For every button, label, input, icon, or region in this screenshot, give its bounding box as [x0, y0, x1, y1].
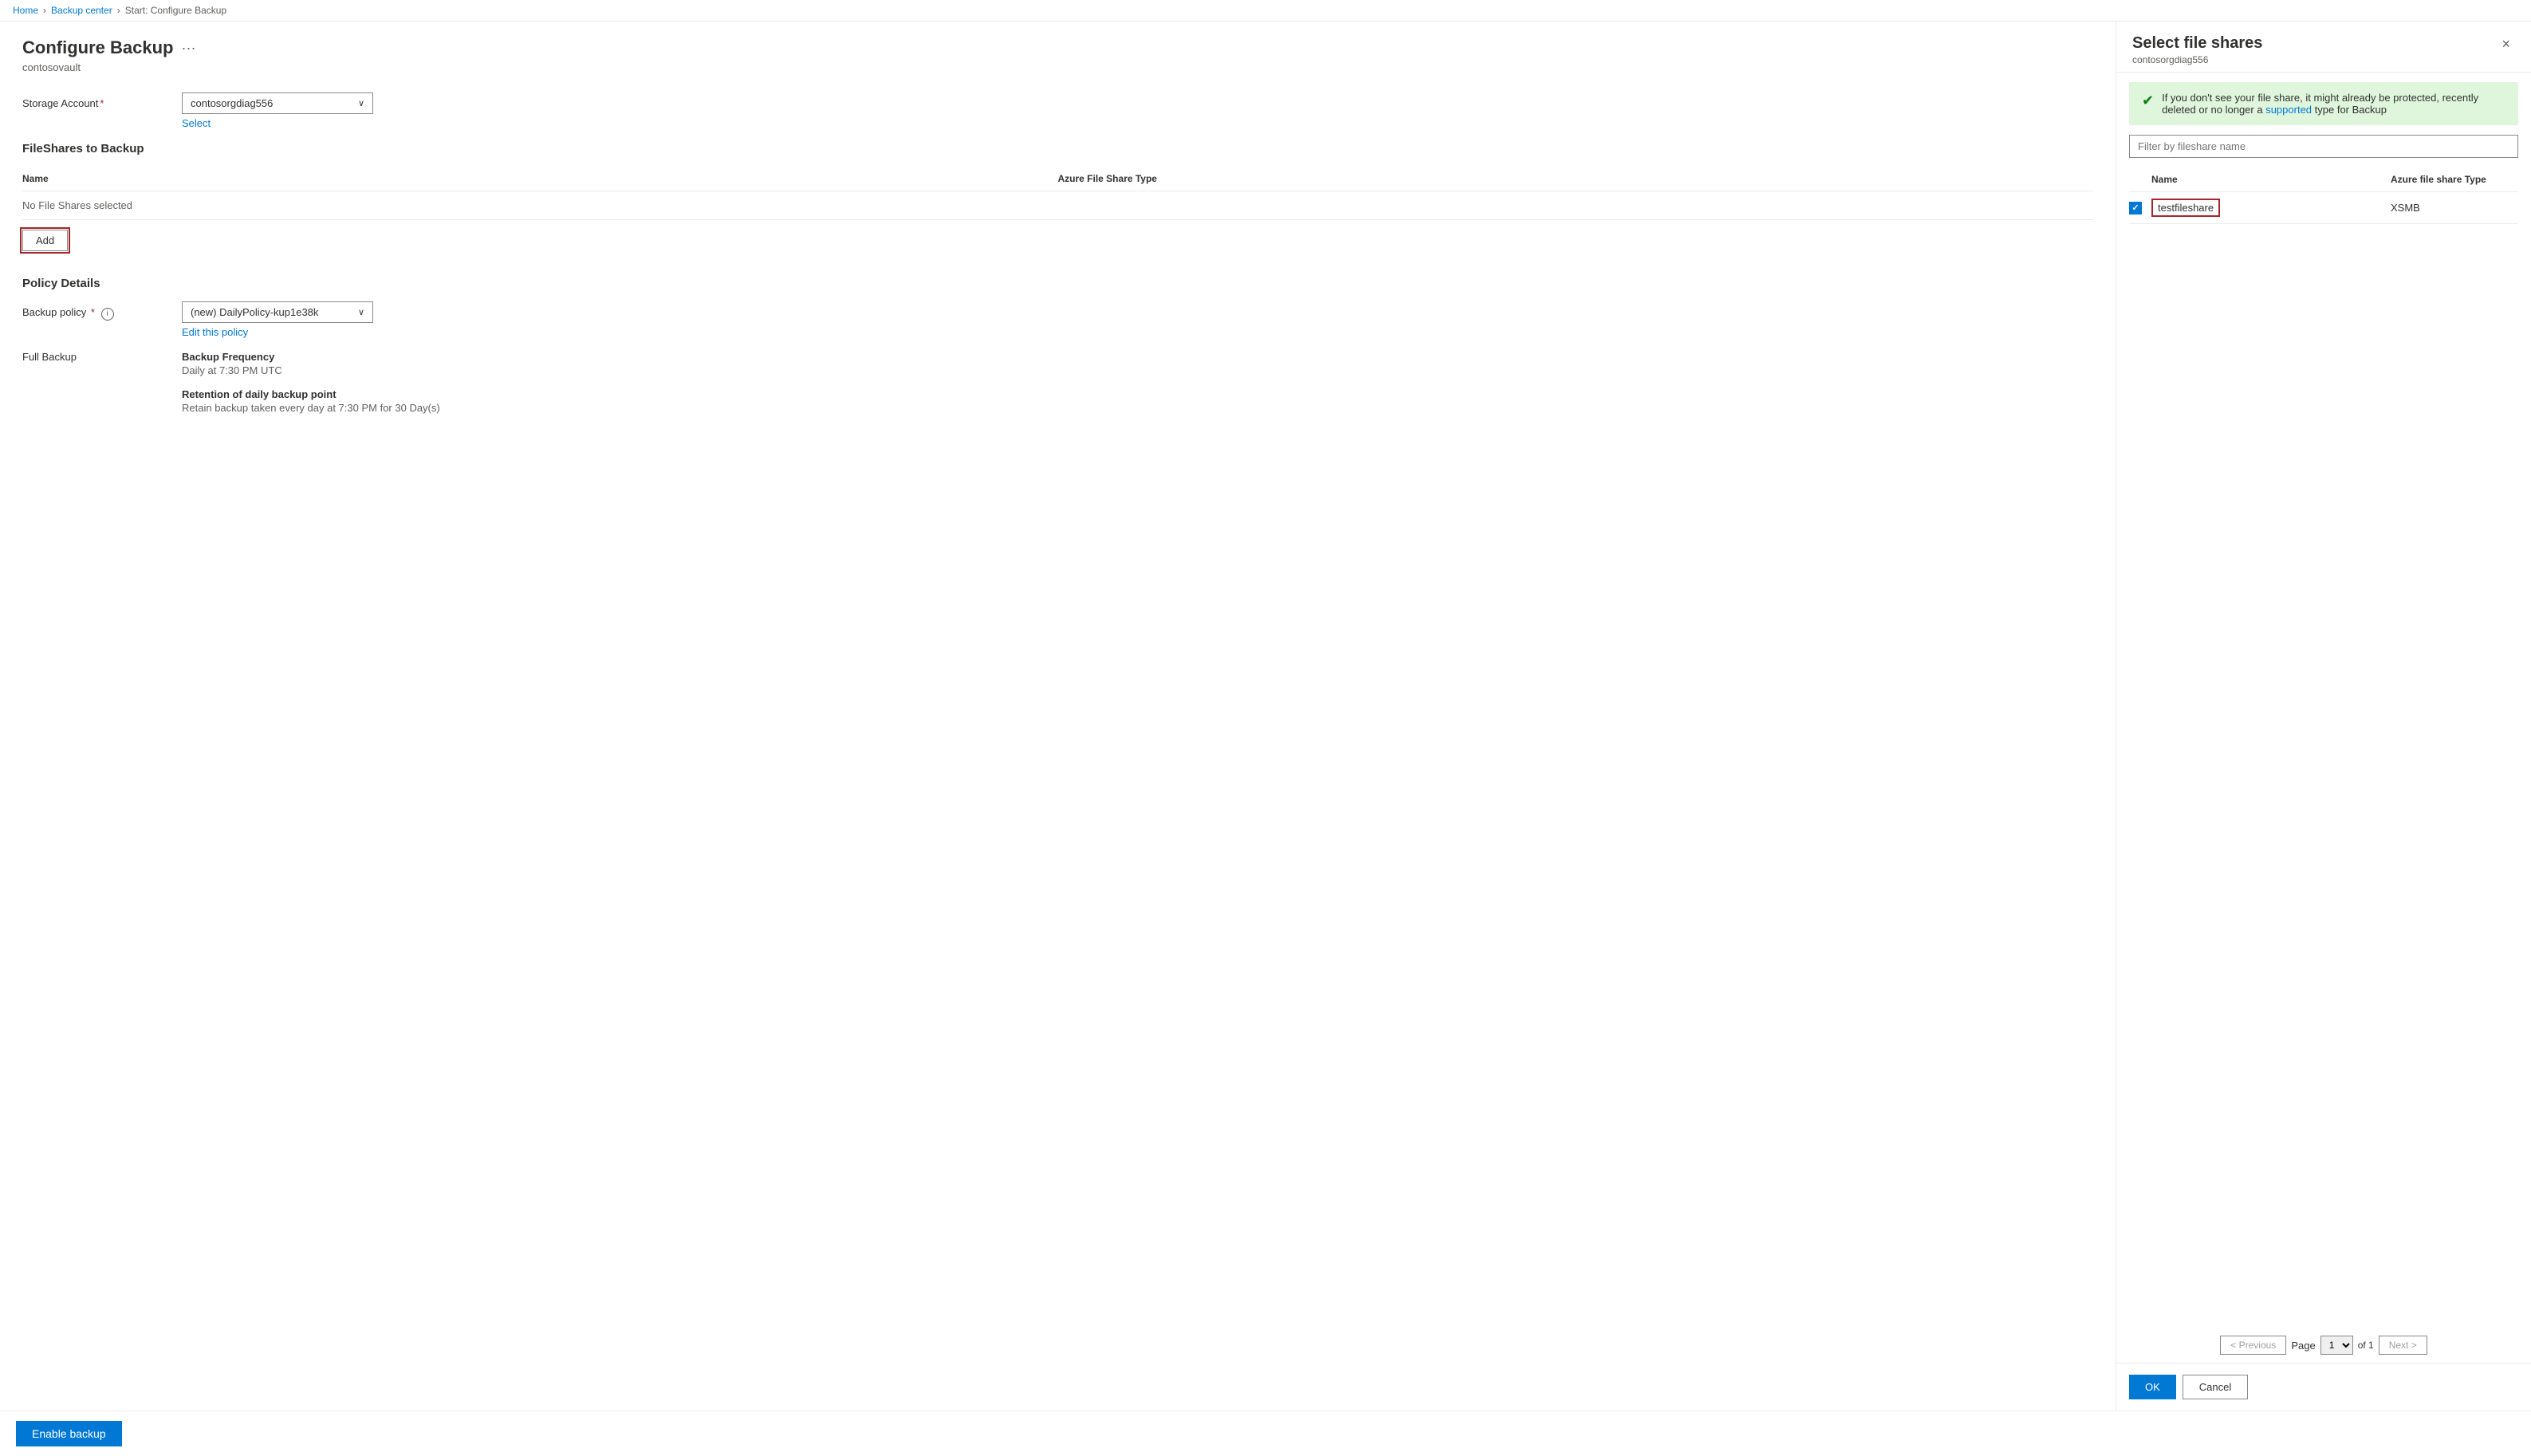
- main-layout: Configure Backup ··· contosovault Storag…: [0, 22, 2531, 1411]
- right-col-name-header: Name: [2129, 174, 2391, 185]
- select-link[interactable]: Select: [182, 117, 373, 129]
- right-panel-title-area: Select file shares contosorgdiag556: [2132, 34, 2262, 65]
- table-row: testfileshare XSMB: [2129, 192, 2518, 224]
- retention-value: Retain backup taken every day at 7:30 PM…: [182, 402, 440, 414]
- ok-button[interactable]: OK: [2129, 1375, 2176, 1399]
- add-button[interactable]: Add: [22, 230, 68, 251]
- fileshare-name: testfileshare: [2151, 199, 2220, 217]
- right-panel-body: Name Azure file share Type testfileshare…: [2116, 135, 2531, 1328]
- page-of: of 1: [2358, 1340, 2374, 1351]
- filter-input[interactable]: [2129, 135, 2518, 158]
- policy-section-title: Policy Details: [22, 277, 2093, 290]
- storage-account-dropdown[interactable]: contosorgdiag556 ∨: [182, 92, 373, 114]
- chevron-down-icon: ∨: [358, 307, 364, 317]
- backup-policy-row: Backup policy * i (new) DailyPolicy-kup1…: [22, 301, 2093, 338]
- supported-link[interactable]: supported: [2265, 104, 2312, 116]
- info-icon[interactable]: i: [101, 308, 114, 321]
- col-type-header: Azure File Share Type: [1058, 173, 2094, 184]
- previous-button[interactable]: < Previous: [2220, 1336, 2286, 1355]
- backup-policy-control: (new) DailyPolicy-kup1e38k ∨ Edit this p…: [182, 301, 373, 338]
- breadcrumb-sep1: ›: [43, 5, 46, 16]
- storage-account-row: Storage Account* contosorgdiag556 ∨ Sele…: [22, 92, 2093, 129]
- cancel-button[interactable]: Cancel: [2183, 1375, 2248, 1399]
- policy-info: Backup Frequency Daily at 7:30 PM UTC Re…: [182, 351, 440, 414]
- close-button[interactable]: ×: [2497, 34, 2515, 54]
- edit-policy-link[interactable]: Edit this policy: [182, 326, 373, 338]
- pagination-bar: < Previous Page 1 of 1 Next >: [2116, 1328, 2531, 1363]
- breadcrumb-bar: Home › Backup center › Start: Configure …: [0, 0, 2531, 22]
- enable-backup-button[interactable]: Enable backup: [16, 1421, 122, 1446]
- backup-policy-label: Backup policy * i: [22, 301, 182, 321]
- fileshares-section: FileShares to Backup Name Azure File Sha…: [22, 142, 2093, 251]
- backup-frequency-value: Daily at 7:30 PM UTC: [182, 364, 440, 376]
- page-label: Page: [2291, 1340, 2315, 1352]
- bottom-bar: Enable backup: [0, 1411, 2531, 1456]
- page-select[interactable]: 1: [2320, 1336, 2353, 1355]
- backup-policy-dropdown[interactable]: (new) DailyPolicy-kup1e38k ∨: [182, 301, 373, 323]
- left-panel: Configure Backup ··· contosovault Storag…: [0, 22, 2116, 1411]
- backup-policy-value: (new) DailyPolicy-kup1e38k: [191, 306, 318, 318]
- right-panel-header: Select file shares contosorgdiag556 ×: [2116, 22, 2531, 73]
- right-table-header: Name Azure file share Type: [2129, 167, 2518, 192]
- page-title-row: Configure Backup ···: [22, 37, 2093, 58]
- info-banner: ✔ If you don't see your file share, it m…: [2129, 82, 2518, 125]
- breadcrumb-sep2: ›: [117, 5, 120, 16]
- row-type-cell: XSMB: [2391, 202, 2518, 214]
- no-data-row: No File Shares selected: [22, 191, 2093, 220]
- row-name-cell: testfileshare: [2151, 199, 2391, 217]
- right-panel-title: Select file shares: [2132, 34, 2262, 53]
- full-backup-label: Full Backup: [22, 351, 182, 363]
- next-button[interactable]: Next >: [2379, 1336, 2427, 1355]
- breadcrumb-backup-center[interactable]: Backup center: [51, 5, 112, 16]
- storage-account-value: contosorgdiag556: [191, 97, 273, 109]
- checkbox-cell[interactable]: [2129, 202, 2151, 214]
- breadcrumb: Home › Backup center › Start: Configure …: [13, 5, 2518, 16]
- right-panel: Select file shares contosorgdiag556 × ✔ …: [2116, 22, 2531, 1411]
- fileshares-table-header: Name Azure File Share Type: [22, 167, 2093, 191]
- info-banner-text: If you don't see your file share, it mig…: [2162, 92, 2505, 116]
- right-col-type-header: Azure file share Type: [2391, 174, 2518, 185]
- right-panel-footer: OK Cancel: [2116, 1363, 2531, 1411]
- policy-detail-row: Full Backup Backup Frequency Daily at 7:…: [22, 351, 2093, 414]
- storage-account-label: Storage Account*: [22, 92, 182, 109]
- storage-account-control: contosorgdiag556 ∨ Select: [182, 92, 373, 129]
- policy-section: Policy Details Backup policy * i (new) D…: [22, 277, 2093, 420]
- col-name-header: Name: [22, 173, 1058, 184]
- page-subtitle: contosovault: [22, 61, 2093, 73]
- breadcrumb-current: Start: Configure Backup: [125, 5, 226, 16]
- success-icon: ✔: [2142, 92, 2154, 109]
- page-title: Configure Backup: [22, 37, 173, 58]
- right-panel-subtitle: contosorgdiag556: [2132, 54, 2262, 65]
- chevron-down-icon: ∨: [358, 98, 364, 108]
- retention-title: Retention of daily backup point: [182, 388, 440, 400]
- breadcrumb-home[interactable]: Home: [13, 5, 38, 16]
- backup-frequency-title: Backup Frequency: [182, 351, 440, 363]
- checkbox-checked[interactable]: [2129, 202, 2142, 214]
- more-options-icon[interactable]: ···: [181, 40, 195, 57]
- fileshares-section-title: FileShares to Backup: [22, 142, 2093, 155]
